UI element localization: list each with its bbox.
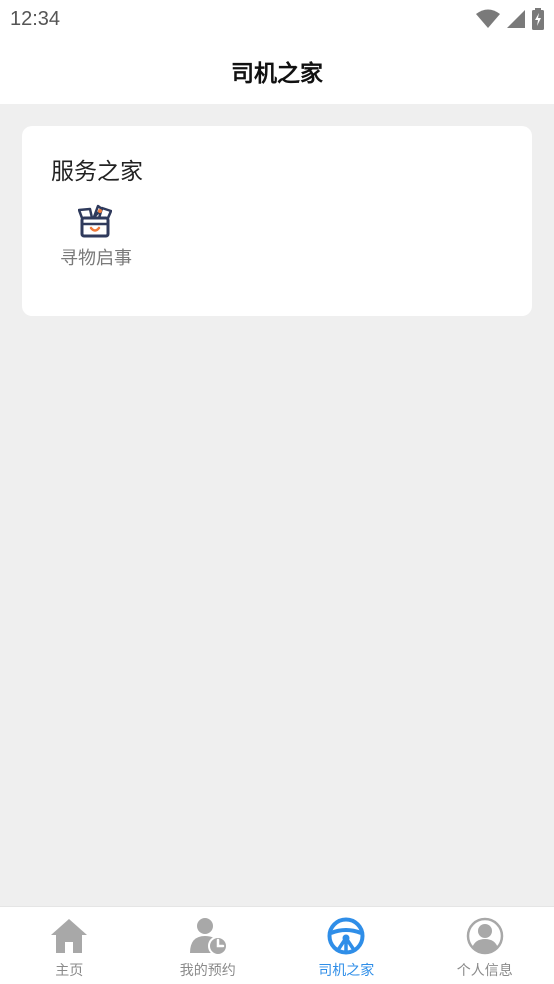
wifi-icon: [476, 9, 500, 28]
tab-driver-home-label: 司机之家: [318, 963, 375, 979]
status-icons: [476, 8, 544, 30]
tab-driver-home[interactable]: 司机之家: [277, 907, 416, 984]
tab-my-reservations[interactable]: 我的预约: [139, 907, 278, 984]
tab-personal-info[interactable]: 个人信息: [416, 907, 554, 984]
page-title: 司机之家: [231, 61, 323, 87]
card-title: 服务之家: [51, 159, 143, 185]
lost-and-found-box-icon: [78, 204, 112, 238]
home-icon: [51, 919, 88, 953]
service-card: 服务之家 寻物启事: [22, 126, 532, 316]
tab-home[interactable]: 主页: [0, 907, 139, 984]
service-item-lost-and-found[interactable]: 寻物启事: [52, 202, 140, 282]
status-bar: 12:34: [0, 0, 554, 38]
tab-home-label: 主页: [55, 963, 84, 979]
cellular-signal-icon: [507, 10, 525, 28]
user-clock-icon: [189, 918, 228, 956]
steering-wheel-icon: [327, 917, 365, 955]
battery-charging-icon: [532, 8, 544, 30]
tab-personal-info-label: 个人信息: [456, 963, 513, 979]
status-time: 12:34: [10, 7, 61, 30]
bottom-nav: 主页 我的预约 司机之家 个人信息: [0, 906, 554, 984]
service-item-label: 寻物启事: [60, 248, 132, 269]
app-header: 司机之家: [0, 38, 554, 104]
user-circle-icon: [466, 917, 503, 955]
tab-my-reservations-label: 我的预约: [179, 963, 236, 979]
